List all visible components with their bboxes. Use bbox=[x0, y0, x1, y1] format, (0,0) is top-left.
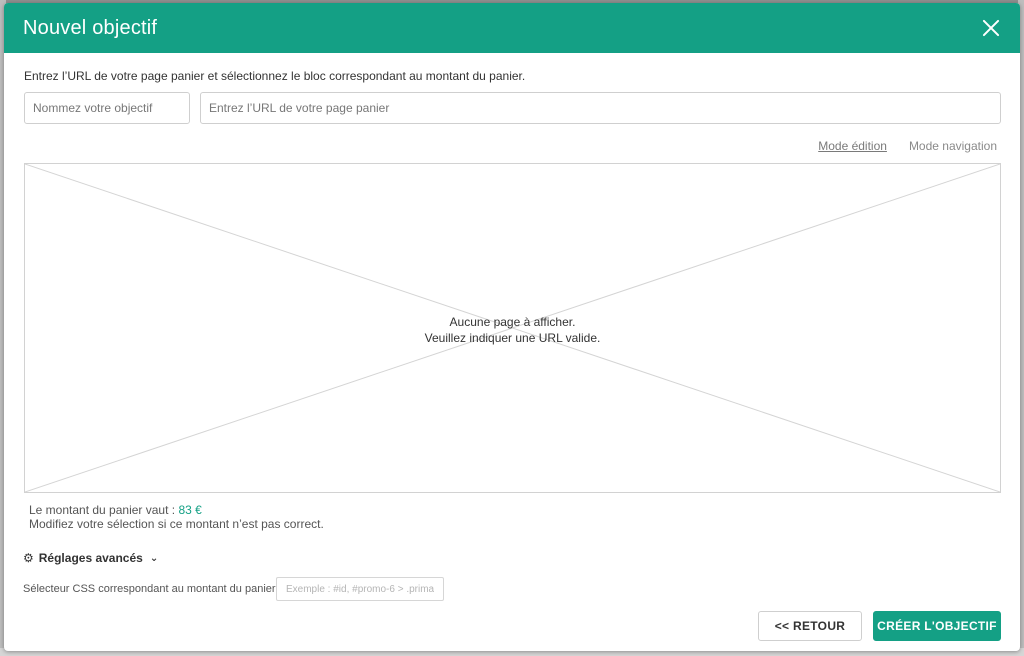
gear-icon: ⚙ bbox=[23, 551, 34, 565]
input-row bbox=[24, 92, 1001, 124]
navigation-mode-link[interactable]: Mode navigation bbox=[909, 139, 997, 153]
cart-amount-hint: Modifiez votre sélection si ce montant n… bbox=[29, 517, 324, 531]
empty-preview-line1: Aucune page à afficher. bbox=[449, 315, 576, 329]
edit-mode-link[interactable]: Mode édition bbox=[818, 139, 887, 153]
cart-amount-block: Le montant du panier vaut : 83 € Modifie… bbox=[29, 503, 324, 531]
page-preview-frame[interactable]: Aucune page à afficher. Veuillez indique… bbox=[24, 163, 1001, 493]
cart-amount-prefix: Le montant du panier vaut : bbox=[29, 503, 176, 517]
advanced-settings-label: Réglages avancés bbox=[38, 551, 143, 565]
cart-amount-value: 83 € bbox=[178, 503, 202, 517]
cart-amount-line: Le montant du panier vaut : 83 € bbox=[29, 503, 324, 517]
mode-switcher: Mode édition Mode navigation bbox=[818, 139, 997, 153]
css-selector-label: Sélecteur CSS correspondant au montant d… bbox=[23, 583, 276, 595]
cart-url-input[interactable] bbox=[200, 92, 1001, 124]
new-goal-modal: Nouvel objectif Entrez l’URL de votre pa… bbox=[4, 3, 1020, 651]
goal-name-input[interactable] bbox=[24, 92, 190, 124]
close-icon[interactable] bbox=[980, 17, 1002, 39]
modal-header: Nouvel objectif bbox=[4, 3, 1020, 53]
modal-title: Nouvel objectif bbox=[23, 16, 158, 39]
advanced-settings-toggle[interactable]: ⚙ Réglages avancés ⌄ bbox=[23, 551, 158, 565]
empty-preview-message: Aucune page à afficher. Veuillez indique… bbox=[25, 314, 1000, 346]
css-selector-input[interactable] bbox=[276, 577, 444, 601]
back-button[interactable]: << RETOUR bbox=[758, 611, 862, 641]
empty-preview-line2: Veuillez indiquer une URL valide. bbox=[424, 331, 601, 345]
create-goal-button[interactable]: CRÉER L'OBJECTIF bbox=[873, 611, 1001, 641]
instructions-text: Entrez l’URL de votre page panier et sél… bbox=[24, 69, 526, 83]
chevron-down-icon: ⌄ bbox=[149, 552, 159, 564]
